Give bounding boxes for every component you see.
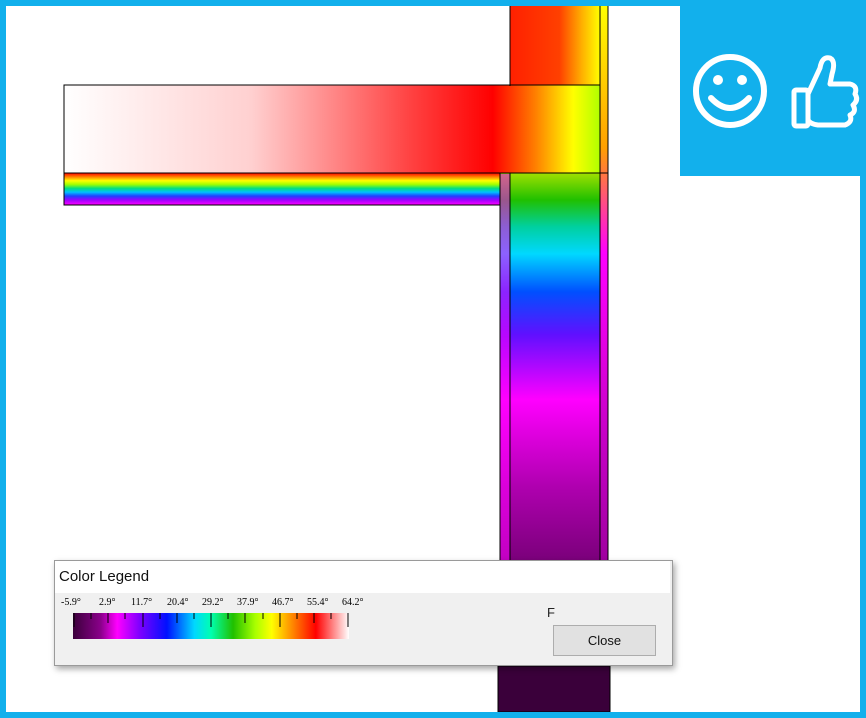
tick-label: 2.9°: [99, 597, 116, 608]
tick-label: -5.9°: [61, 597, 81, 608]
tick-label: 20.4°: [167, 597, 189, 608]
unit-label: F: [547, 605, 555, 620]
tick-label: 29.2°: [202, 597, 224, 608]
frame-right-edge: [860, 0, 866, 718]
tick-label-row: -5.9° 2.9° 11.7° 20.4° 29.2° 37.9° 46.7°…: [55, 597, 415, 611]
dialog-title: Color Legend: [55, 561, 670, 593]
tick-label: 64.2°: [342, 597, 364, 608]
slab-insulation-strip: [63, 172, 501, 206]
tick-label: 37.9°: [237, 597, 259, 608]
thumbs-up-icon: [791, 55, 860, 129]
feedback-badge: [680, 6, 860, 176]
smiley-face-icon: [693, 54, 767, 128]
color-legend-dialog: Color Legend -5.9° 2.9° 11.7° 20.4° 29.2…: [54, 560, 673, 666]
tick-label: 46.7°: [272, 597, 294, 608]
close-button[interactable]: Close: [553, 625, 656, 656]
tick-label: 11.7°: [131, 597, 153, 608]
upper-column: [510, 6, 600, 86]
scale-tick-marks: [73, 613, 349, 627]
tick-label: 55.4°: [307, 597, 329, 608]
